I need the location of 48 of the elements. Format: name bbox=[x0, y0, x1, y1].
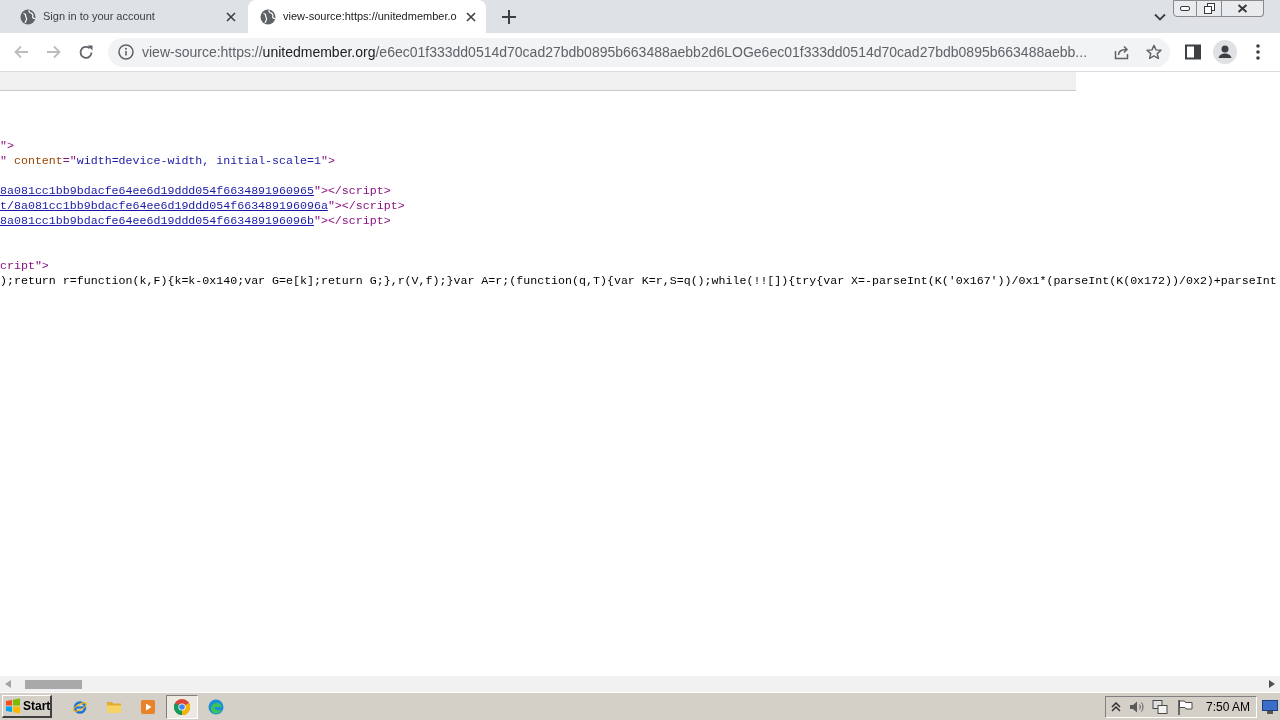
start-button[interactable]: Start bbox=[2, 695, 52, 718]
profile-icon[interactable] bbox=[1213, 40, 1237, 64]
more-menu-icon[interactable] bbox=[1256, 44, 1260, 60]
close-icon[interactable] bbox=[226, 11, 236, 22]
source-line: "> bbox=[0, 138, 14, 153]
close-window-button[interactable] bbox=[1222, 0, 1264, 17]
source-link[interactable]: 8a081cc1bb9bdacfe64ee6d19ddd054f663489196096b bbox=[0, 214, 314, 227]
source-line: cript"> bbox=[0, 258, 49, 273]
close-icon[interactable] bbox=[466, 11, 476, 22]
new-tab-icon[interactable] bbox=[502, 9, 516, 24]
source-line: t/8a081cc1bb9bdacfe64ee6d19ddd054f663489196096a"></script> bbox=[0, 198, 405, 213]
horizontal-scrollbar[interactable] bbox=[0, 676, 1280, 692]
source-line: 8a081cc1bb9bdacfe64ee6d19ddd054f6634891960965"></script> bbox=[0, 183, 391, 198]
tiled-flag-icon bbox=[5, 698, 21, 714]
monitor-icon[interactable] bbox=[1262, 699, 1278, 714]
restore-button[interactable] bbox=[1197, 0, 1222, 17]
star-icon[interactable] bbox=[1146, 44, 1162, 60]
taskbar-button[interactable] bbox=[166, 694, 198, 719]
circle-logo-icon bbox=[174, 698, 190, 715]
play-icon bbox=[140, 698, 156, 715]
source-link[interactable]: 8a081cc1bb9bdacfe64ee6d19ddd054f6634891960965 bbox=[0, 184, 314, 197]
share-icon[interactable] bbox=[1114, 44, 1130, 60]
clock-text: 7:50 AM bbox=[1206, 698, 1251, 716]
browser-tab[interactable]: view-source:https://unitedmember.o bbox=[248, 0, 486, 33]
flag-icon[interactable] bbox=[1177, 698, 1193, 715]
side-panel-icon[interactable] bbox=[1185, 44, 1201, 60]
ring-orbit-icon bbox=[72, 698, 88, 715]
reload-icon[interactable] bbox=[78, 44, 94, 60]
scroll-right-icon[interactable] bbox=[1269, 680, 1275, 688]
globe-icon bbox=[260, 8, 276, 25]
url-text: view-source:https://unitedmember.org/e6ec01f333dd0514d70cad27bdb0895b663488aebb2d6LOGe6ec01f333dd0514d70cad27bdb0895b663488aebb... bbox=[142, 42, 1088, 62]
info-icon[interactable] bbox=[118, 44, 134, 60]
minimize-button[interactable] bbox=[1173, 0, 1197, 17]
restore-icon bbox=[1203, 3, 1215, 14]
chevron-down-icon[interactable] bbox=[1154, 12, 1166, 21]
source-line: );return r=function(k,F){k=k-0x140;var G=e[k];return G;},r(V,f);}var A=r;(function(q,T){var K=r,S=q();while(!![]){try{var X=-parseInt(K('0x167'))/0x1*(parseInt(K(0x172))/0x2)+parseInt bbox=[0, 273, 1277, 288]
address-bar[interactable]: view-source:https://unitedmember.org/e6ec01f333dd0514d70cad27bdb0895b663488aebb2d6LOGe6ec01f333dd0514d70cad27bdb0895b663488aebb... bbox=[108, 37, 1170, 67]
close-icon bbox=[1237, 4, 1248, 13]
source-link[interactable]: t/8a081cc1bb9bdacfe64ee6d19ddd054f663489196096a bbox=[0, 199, 328, 212]
browser-tab[interactable]: Sign in to your account bbox=[8, 0, 246, 33]
source-line: 8a081cc1bb9bdacfe64ee6d19ddd054f663489196096b"></script> bbox=[0, 213, 391, 228]
source-line: " content="width=device-width, initial-scale=1"> bbox=[0, 153, 335, 168]
swirl-logo-icon bbox=[208, 698, 224, 715]
chevron-up-icon[interactable] bbox=[1111, 701, 1121, 712]
scrollbar-thumb[interactable] bbox=[25, 679, 82, 689]
minimize-icon bbox=[1180, 6, 1190, 11]
globe-icon bbox=[20, 8, 36, 25]
two-monitors-icon[interactable] bbox=[1152, 698, 1168, 715]
